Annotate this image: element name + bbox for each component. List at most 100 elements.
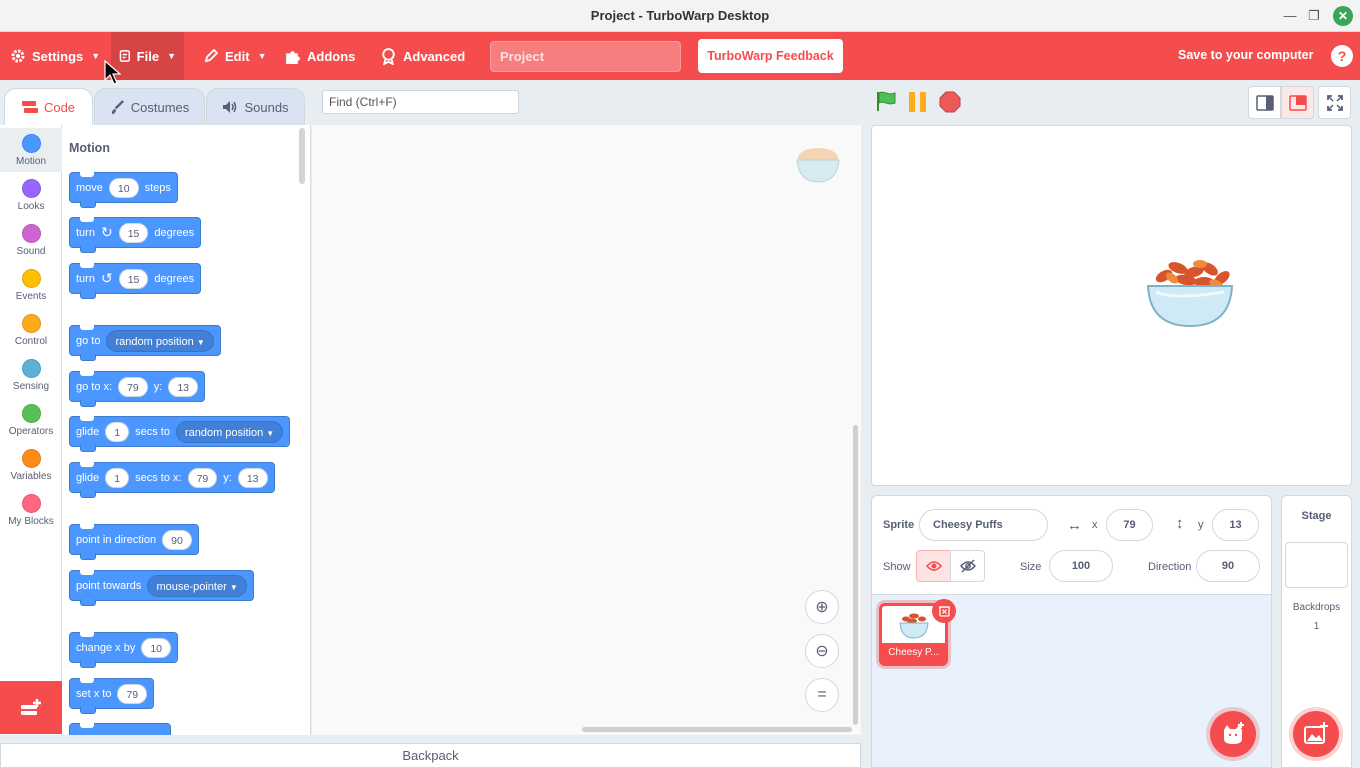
category-my-blocks[interactable]: My Blocks bbox=[0, 488, 62, 532]
settings-menu[interactable]: Settings ▼ bbox=[10, 32, 100, 80]
x-position-input[interactable]: 79 bbox=[1106, 509, 1153, 541]
choose-backdrop-button[interactable] bbox=[1293, 711, 1339, 757]
zoom-out-button[interactable]: ⊖ bbox=[805, 634, 839, 668]
block-number-input[interactable]: 1 bbox=[105, 421, 130, 442]
block-point-towards[interactable]: point towards mouse-pointer ▼ bbox=[69, 570, 254, 606]
zoom-reset-button[interactable]: = bbox=[805, 678, 839, 712]
category-label: Events bbox=[15, 291, 47, 302]
delete-sprite-button[interactable] bbox=[932, 599, 956, 623]
help-button[interactable]: ? bbox=[1331, 45, 1353, 67]
block-turn-left[interactable]: turn ↺ 15 degrees bbox=[69, 263, 202, 299]
normal-stage-button[interactable] bbox=[1281, 86, 1314, 119]
zoom-reset-icon: = bbox=[817, 686, 827, 703]
code-icon bbox=[21, 101, 38, 113]
block-number-input[interactable]: 1 bbox=[105, 467, 130, 488]
block-set-x[interactable]: set x to 79 bbox=[69, 678, 155, 714]
category-sensing[interactable]: Sensing bbox=[0, 353, 62, 397]
stop-icon[interactable] bbox=[939, 91, 961, 118]
show-sprite-button[interactable] bbox=[916, 550, 951, 582]
workspace-vertical-scrollbar[interactable] bbox=[853, 425, 858, 725]
block-number-input[interactable]: 79 bbox=[118, 376, 148, 397]
block-text: glide bbox=[76, 471, 100, 484]
y-position-input[interactable]: 13 bbox=[1212, 509, 1259, 541]
feedback-button[interactable]: TurboWarp Feedback bbox=[698, 39, 843, 73]
advanced-menu[interactable]: Advanced bbox=[380, 32, 465, 80]
window-titlebar: Project - TurboWarp Desktop — ❐ ✕ bbox=[0, 0, 1360, 32]
save-to-computer-button[interactable]: Save to your computer bbox=[1178, 48, 1313, 62]
cheesy-puffs-sprite[interactable] bbox=[1144, 254, 1236, 335]
category-label: Control bbox=[14, 336, 48, 347]
chevron-down-icon: ▼ bbox=[167, 51, 176, 61]
fullscreen-button[interactable] bbox=[1318, 86, 1351, 119]
block-glide-xy[interactable]: glide 1 secs to x: 79 y: 13 bbox=[69, 462, 275, 498]
category-sound[interactable]: Sound bbox=[0, 218, 62, 262]
block-move-steps[interactable]: move 10 steps bbox=[69, 172, 178, 208]
block-turn-right[interactable]: turn ↻ 15 degrees bbox=[69, 217, 202, 253]
minimize-icon[interactable]: — bbox=[1280, 6, 1300, 26]
addons-menu[interactable]: Addons bbox=[284, 32, 355, 80]
block-partial[interactable] bbox=[69, 723, 171, 735]
tab-code[interactable]: Code bbox=[4, 88, 93, 125]
window-title: Project - TurboWarp Desktop bbox=[590, 8, 770, 23]
speaker-icon bbox=[223, 101, 237, 113]
block-number-input[interactable]: 13 bbox=[168, 376, 199, 397]
dropdown-value: random position bbox=[184, 426, 264, 439]
backpack-header[interactable]: Backpack bbox=[0, 743, 861, 768]
palette-category-title: Motion bbox=[69, 141, 110, 155]
zoom-in-button[interactable]: ⊕ bbox=[805, 590, 839, 624]
find-input[interactable]: Find (Ctrl+F) bbox=[322, 90, 519, 114]
add-extension-button[interactable] bbox=[0, 681, 62, 734]
block-text: steps bbox=[144, 181, 171, 194]
variables-dot-icon bbox=[21, 449, 41, 468]
block-number-input[interactable]: 90 bbox=[162, 529, 192, 550]
edit-menu[interactable]: Edit ▼ bbox=[203, 32, 266, 80]
block-number-input[interactable]: 15 bbox=[118, 222, 149, 243]
hide-sprite-button[interactable] bbox=[950, 550, 985, 582]
green-flag-icon[interactable] bbox=[875, 90, 897, 117]
block-number-input[interactable]: 15 bbox=[118, 268, 149, 289]
tab-costumes[interactable]: Costumes bbox=[94, 88, 205, 125]
block-dropdown[interactable]: random position ▼ bbox=[175, 420, 284, 443]
block-point-in-direction[interactable]: point in direction 90 bbox=[69, 524, 199, 560]
block-dropdown[interactable]: mouse-pointer ▼ bbox=[147, 574, 247, 597]
tab-sounds[interactable]: Sounds bbox=[206, 88, 305, 125]
stage-canvas[interactable] bbox=[871, 125, 1352, 486]
block-number-input[interactable]: 10 bbox=[108, 177, 139, 198]
direction-input[interactable]: 90 bbox=[1196, 550, 1260, 582]
block-change-x[interactable]: change x by 10 bbox=[69, 632, 179, 668]
category-operators[interactable]: Operators bbox=[0, 398, 62, 442]
block-number-input[interactable]: 79 bbox=[117, 683, 148, 704]
project-title-input[interactable]: Project bbox=[490, 41, 681, 72]
block-number-input[interactable]: 79 bbox=[187, 467, 218, 488]
palette-scrollbar[interactable] bbox=[299, 128, 305, 184]
block-number-input[interactable]: 10 bbox=[141, 637, 172, 658]
small-stage-button[interactable] bbox=[1248, 86, 1281, 119]
edit-label: Edit bbox=[225, 48, 250, 64]
block-go-to[interactable]: go to random position ▼ bbox=[69, 325, 221, 361]
direction-label: Direction bbox=[1148, 561, 1192, 573]
category-variables[interactable]: Variables bbox=[0, 443, 62, 487]
category-events[interactable]: Events bbox=[0, 263, 62, 307]
cat-add-icon bbox=[1224, 722, 1244, 744]
category-control[interactable]: Control bbox=[0, 308, 62, 352]
category-looks[interactable]: Looks bbox=[0, 173, 62, 217]
sprite-name-input[interactable]: Cheesy Puffs bbox=[919, 509, 1048, 541]
choose-sprite-button[interactable] bbox=[1210, 711, 1256, 757]
block-glide[interactable]: glide 1 secs to random position ▼ bbox=[69, 416, 291, 452]
block-text: degrees bbox=[154, 226, 195, 239]
close-window-button[interactable]: ✕ bbox=[1333, 6, 1353, 26]
pause-icon[interactable] bbox=[907, 92, 929, 117]
block-text: change x by bbox=[76, 641, 136, 654]
workspace-horizontal-scrollbar[interactable] bbox=[582, 727, 852, 732]
script-workspace[interactable] bbox=[312, 125, 861, 735]
chevron-down-icon: ▼ bbox=[266, 428, 275, 438]
maximize-icon[interactable]: ❐ bbox=[1304, 6, 1324, 26]
block-number-input[interactable]: 13 bbox=[237, 467, 268, 488]
category-motion[interactable]: Motion bbox=[0, 128, 62, 172]
block-text: turn bbox=[76, 226, 95, 239]
size-input[interactable]: 100 bbox=[1049, 550, 1113, 582]
file-label: File bbox=[136, 48, 160, 64]
block-dropdown[interactable]: random position ▼ bbox=[106, 329, 214, 352]
operators-dot-icon bbox=[21, 404, 41, 423]
block-go-to-xy[interactable]: go to x: 79 y: 13 bbox=[69, 371, 206, 407]
